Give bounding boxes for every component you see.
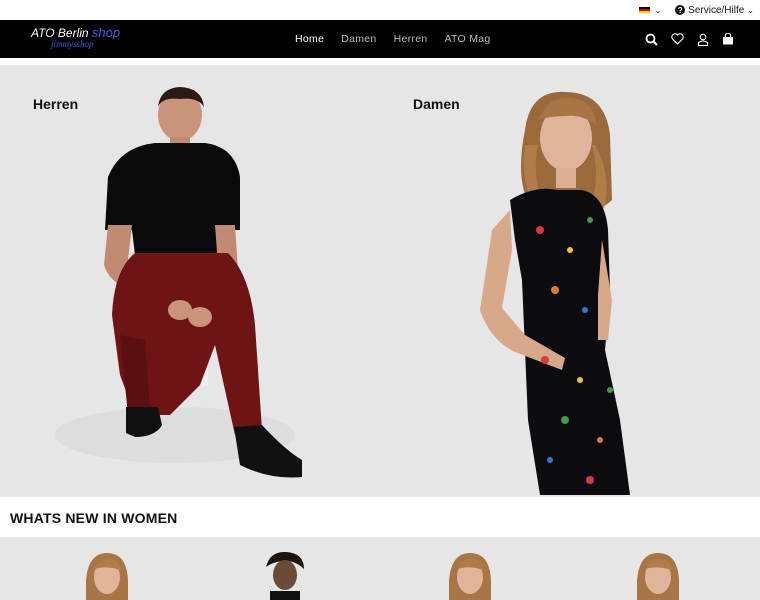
user-icon[interactable] (697, 33, 709, 46)
search-icon[interactable] (645, 33, 658, 46)
service-menu[interactable]: ? Service/Hilfe ⌄ (675, 5, 754, 16)
chevron-down-icon: ⌄ (747, 5, 754, 15)
main-nav: Home Damen Herren ATO Mag (295, 20, 491, 58)
logo-subtext: jimmysshop (51, 39, 94, 49)
language-selector[interactable]: ⌄ (639, 6, 661, 15)
nav-item-ato-mag[interactable]: ATO Mag (444, 33, 490, 45)
chevron-down-icon: ⌄ (654, 5, 662, 15)
nav-item-damen[interactable]: Damen (341, 33, 376, 45)
damen-model-image[interactable] (470, 90, 670, 497)
logo-shop-text: shop (91, 25, 121, 40)
product-image[interactable] (262, 551, 308, 600)
hero-label-damen[interactable]: Damen (413, 96, 460, 112)
nav-item-home[interactable]: Home (295, 33, 324, 45)
product-image[interactable] (631, 551, 685, 600)
site-logo[interactable]: ATO Berlin shop jimmysshop (31, 26, 131, 54)
logo-text: ATO Berlin (31, 26, 89, 40)
section-title-whats-new-women: WHATS NEW IN WOMEN (10, 510, 178, 526)
service-label: Service/Hilfe (688, 4, 745, 16)
product-image[interactable] (80, 551, 134, 600)
product-image[interactable] (443, 551, 497, 600)
utility-bar: ⌄ ? Service/Hilfe ⌄ (0, 0, 760, 20)
herren-model-image[interactable] (40, 85, 320, 497)
question-circle-icon: ? (675, 5, 686, 15)
product-row (0, 537, 760, 600)
nav-item-herren[interactable]: Herren (394, 33, 428, 45)
heart-icon[interactable] (671, 33, 684, 45)
cart-icon[interactable] (722, 33, 734, 45)
german-flag-icon (639, 6, 651, 14)
nav-icons (645, 20, 734, 58)
hero-banner: Herren Damen (0, 65, 760, 497)
main-navbar: ATO Berlin shop jimmysshop Home Damen He… (0, 20, 760, 58)
